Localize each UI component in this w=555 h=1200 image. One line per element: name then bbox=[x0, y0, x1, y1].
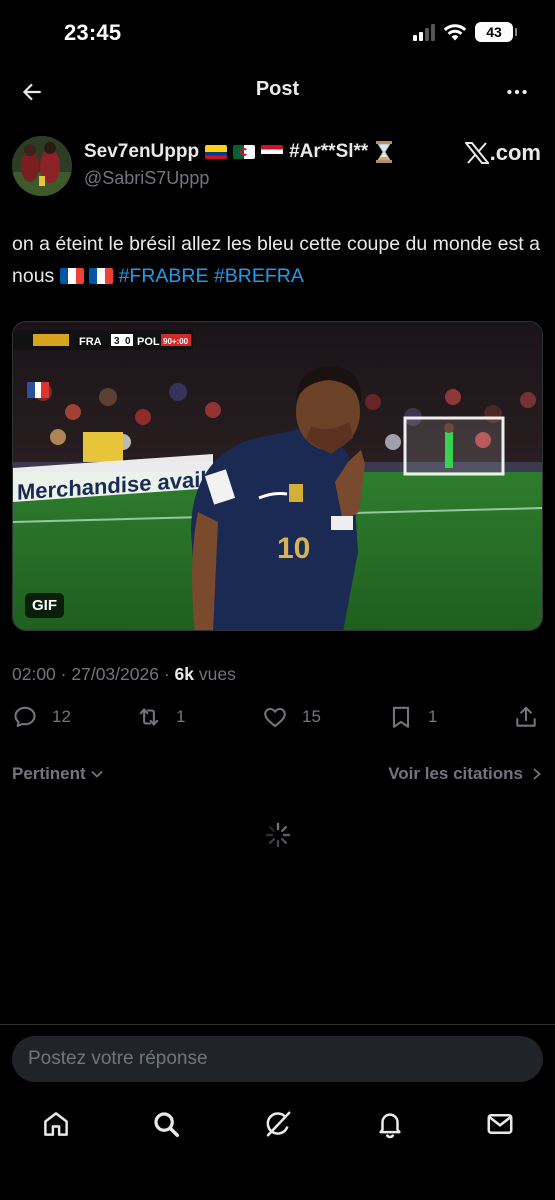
repost-icon bbox=[139, 708, 159, 726]
author-name-suffix: #Ar**Sl** bbox=[289, 141, 369, 162]
scorebug-score2: 0 bbox=[125, 336, 131, 347]
scorebug-team1: FRA bbox=[79, 336, 102, 348]
tab-home[interactable] bbox=[38, 1106, 74, 1142]
chevron-down-icon bbox=[91, 770, 103, 778]
egypt-flag-icon bbox=[261, 145, 284, 159]
share-icon bbox=[516, 706, 536, 727]
page-title: Post bbox=[255, 78, 300, 100]
post-text: on a éteint le brésil allez les bleu cet… bbox=[12, 228, 543, 292]
reply-count: 12 bbox=[52, 707, 71, 726]
more-options-button[interactable] bbox=[499, 74, 535, 110]
battery-icon: 43 bbox=[475, 22, 517, 42]
algeria-flag-icon bbox=[233, 145, 256, 159]
post-meta: 02:00 · 27/03/2026 · 6k vues bbox=[12, 664, 236, 684]
scorebug-team2: POL bbox=[137, 336, 160, 348]
author-display-name[interactable]: Sev7enUppp bbox=[84, 141, 199, 163]
hashtag-link[interactable]: #BREFRA bbox=[214, 265, 304, 287]
like-count: 15 bbox=[302, 707, 321, 726]
author-handle[interactable]: @SabriS7Uppp bbox=[84, 168, 209, 189]
bookmark-button[interactable]: 1 bbox=[388, 704, 437, 730]
sort-dropdown[interactable]: Pertinent bbox=[12, 764, 104, 784]
post-time[interactable]: 02:00 bbox=[12, 664, 56, 684]
france-flag-icon bbox=[59, 268, 84, 284]
reply-button[interactable]: 12 bbox=[12, 704, 71, 730]
repost-count: 1 bbox=[176, 707, 186, 726]
loading-spinner-icon bbox=[265, 822, 291, 848]
post-date[interactable]: 27/03/2026 bbox=[71, 664, 159, 684]
signal-icon bbox=[413, 23, 435, 41]
wifi-icon bbox=[443, 24, 467, 41]
tab-messages[interactable] bbox=[482, 1106, 518, 1142]
tab-grok[interactable] bbox=[260, 1106, 296, 1142]
bookmark-icon bbox=[392, 706, 410, 728]
chevron-right-icon bbox=[533, 768, 541, 780]
hourglass-icon bbox=[376, 141, 393, 163]
colombia-flag-icon bbox=[205, 145, 228, 159]
x-logo-icon bbox=[464, 142, 489, 164]
search-icon bbox=[154, 1112, 179, 1137]
home-icon bbox=[44, 1112, 68, 1136]
reply-input[interactable]: Postez votre réponse bbox=[12, 1036, 543, 1082]
author-name-row[interactable]: Sev7enUppp #Ar**Sl** bbox=[84, 140, 394, 164]
sort-label: Pertinent bbox=[12, 764, 86, 783]
divider bbox=[0, 1024, 555, 1025]
view-quotes-label: Voir les citations bbox=[388, 764, 523, 783]
replies-sort-row: Pertinent Voir les citations bbox=[12, 762, 543, 788]
x-link-badge[interactable]: .com bbox=[464, 140, 541, 166]
mail-icon bbox=[487, 1114, 513, 1134]
more-horizontal-icon bbox=[507, 89, 527, 95]
bell-icon bbox=[379, 1113, 401, 1139]
scorebug-clock: 90+:00 bbox=[163, 337, 189, 346]
tab-search[interactable] bbox=[148, 1106, 184, 1142]
status-icons: 43 bbox=[413, 22, 517, 42]
post-media-gif[interactable]: Merchandise availa FRA 3 0 POL 90+:00 10… bbox=[12, 321, 543, 631]
views-label: vues bbox=[198, 664, 236, 684]
shirt-number: 10 bbox=[277, 532, 310, 565]
avatar[interactable] bbox=[12, 136, 72, 196]
repost-button[interactable]: 1 bbox=[136, 704, 185, 730]
gif-badge: GIF bbox=[25, 593, 64, 618]
grok-icon bbox=[266, 1111, 291, 1137]
bookmark-count: 1 bbox=[428, 707, 438, 726]
scorebug-score1: 3 bbox=[114, 336, 120, 347]
gif-frame: Merchandise availa FRA 3 0 POL 90+:00 10 bbox=[13, 322, 542, 630]
status-bar: 23:45 43 bbox=[0, 0, 555, 62]
post-author: Sev7enUppp #Ar**Sl** @SabriS7Uppp .com bbox=[12, 134, 543, 198]
status-time: 23:45 bbox=[64, 20, 122, 45]
share-button[interactable] bbox=[513, 704, 539, 730]
post-actions: 12 1 15 1 bbox=[12, 704, 543, 736]
hashtag-link[interactable]: #FRABRE bbox=[119, 265, 209, 287]
view-quotes-link[interactable]: Voir les citations bbox=[388, 764, 543, 784]
heart-icon bbox=[264, 707, 286, 728]
tab-notifications[interactable] bbox=[372, 1106, 408, 1142]
france-flag-icon bbox=[89, 268, 114, 284]
views-count: 6k bbox=[174, 664, 195, 684]
top-bar: Post bbox=[0, 62, 555, 118]
comment-icon bbox=[14, 706, 36, 728]
like-button[interactable]: 15 bbox=[262, 704, 321, 730]
bottom-tab-bar bbox=[0, 1096, 555, 1156]
